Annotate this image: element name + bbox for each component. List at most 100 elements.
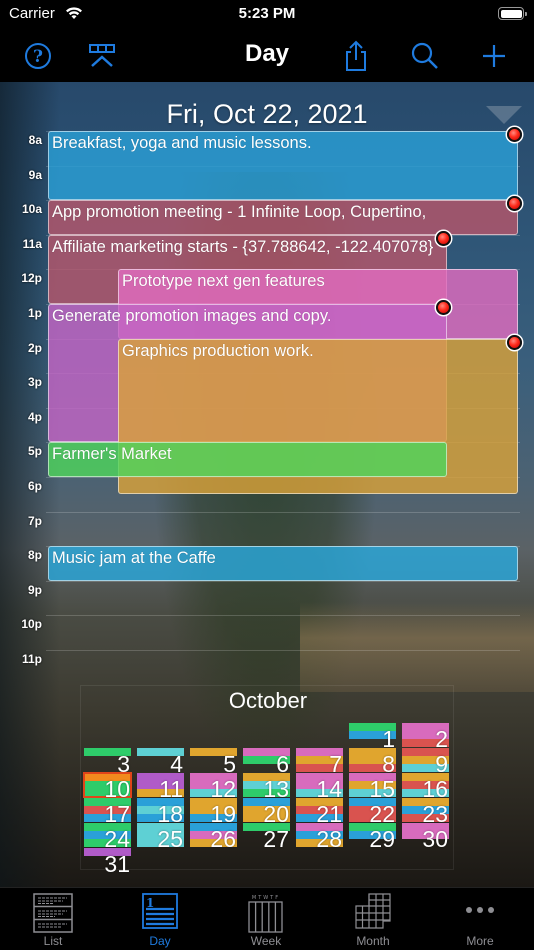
- hour-label: 8p: [27, 548, 42, 563]
- hour-label: 8a: [28, 133, 42, 147]
- search-icon: [411, 42, 438, 69]
- mini-calendar-day[interactable]: 28: [296, 823, 343, 851]
- tab-day-label: Day: [149, 934, 171, 948]
- alarm-indicator-icon: [507, 127, 522, 142]
- tab-more-label: More: [466, 934, 494, 948]
- hour-label: 3p: [27, 375, 42, 390]
- hour-label: 12p: [21, 271, 42, 286]
- tab-list[interactable]: List: [0, 888, 106, 950]
- add-event-button[interactable]: [476, 38, 512, 74]
- mini-calendar-day-number: 25: [157, 826, 183, 852]
- mini-month-calendar: October 1 2 3 4 5 6 7 8 9 10 11 12 13 14 15 16 17 18 19 20 2…: [80, 685, 454, 876]
- hour-label: 9p: [27, 582, 42, 597]
- event-block[interactable]: Music jam at the Caffe: [48, 546, 518, 581]
- mini-calendar-day[interactable]: 19: [190, 798, 237, 826]
- alarm-indicator-icon: [507, 334, 522, 350]
- hour-label: 2p: [27, 340, 42, 355]
- tab-week-label: Week: [250, 934, 282, 948]
- list-icon: [33, 893, 73, 933]
- mini-calendar-day[interactable]: 30: [402, 823, 449, 851]
- mini-calendar-day-number: 28: [316, 826, 342, 852]
- alarm-indicator-icon: [436, 230, 451, 246]
- hour-label: 4p: [27, 409, 42, 424]
- hour-label: 10a: [21, 202, 42, 217]
- mini-calendar-day[interactable]: 24: [84, 823, 131, 851]
- mini-calendar-day[interactable]: 25: [137, 823, 184, 851]
- mini-calendar-day[interactable]: 2: [402, 723, 449, 751]
- share-icon: [346, 40, 366, 71]
- tab-day[interactable]: 1 Day: [107, 888, 213, 950]
- mini-calendar-day[interactable]: 15: [349, 773, 396, 801]
- mini-calendar-day[interactable]: 26: [190, 823, 237, 851]
- more-icon: [466, 907, 494, 913]
- mini-calendar-day[interactable]: 29: [349, 823, 396, 851]
- add-icon: [483, 45, 505, 67]
- search-button[interactable]: [407, 38, 443, 74]
- hour-label: 11p: [21, 652, 42, 666]
- mini-calendar-day[interactable]: 27: [243, 823, 290, 851]
- navigation-bar: ? Day: [0, 30, 534, 82]
- tab-month-label: Month: [356, 934, 390, 948]
- mini-calendar-day[interactable]: 7: [296, 748, 343, 776]
- hour-label: 5p: [27, 444, 42, 459]
- event-block[interactable]: Breakfast, yoga and music lessons.: [48, 127, 522, 201]
- tab-week[interactable]: MTWTF Week: [213, 888, 319, 950]
- mini-calendar-day[interactable]: 12: [190, 773, 237, 801]
- hour-label: 7p: [27, 513, 42, 528]
- mini-calendar-day[interactable]: 1: [349, 723, 396, 751]
- mini-calendar-day[interactable]: 4: [137, 748, 184, 776]
- tab-month[interactable]: Month: [320, 888, 426, 950]
- mini-calendar-day[interactable]: 23: [402, 798, 449, 826]
- mini-calendar-day[interactable]: 20: [243, 798, 290, 826]
- hour-gridline: [46, 511, 520, 513]
- mini-calendar-day[interactable]: 8: [349, 748, 396, 776]
- hour-gridline: [46, 615, 520, 617]
- mini-calendar-day[interactable]: 18: [137, 798, 184, 826]
- day-icon: 1: [142, 893, 178, 929]
- mini-calendar-day[interactable]: 21: [296, 798, 343, 826]
- mini-calendar-day[interactable]: 6: [243, 748, 290, 776]
- nav-title: Day: [244, 40, 290, 67]
- event-title: Prototype next gen features: [122, 272, 325, 291]
- event-title: App promotion meeting - 1 Infinite Loop,…: [52, 203, 427, 222]
- mini-calendar-day-number: 26: [210, 826, 236, 852]
- mini-calendar-day[interactable]: 3: [84, 748, 131, 776]
- mini-calendar-day[interactable]: 16: [402, 773, 449, 801]
- date-dropdown-toggle[interactable]: [486, 106, 522, 124]
- svg-text:MTWTF: MTWTF: [252, 895, 280, 901]
- mini-calendar-day[interactable]: 13: [243, 773, 290, 801]
- mini-calendar-day[interactable]: 14: [296, 773, 343, 801]
- mini-calendar-day[interactable]: 10: [83, 772, 132, 801]
- mini-calendar-day[interactable]: 5: [190, 748, 237, 776]
- mini-calendar-day-number: 31: [104, 851, 130, 877]
- hour-label: 10p: [21, 617, 42, 632]
- tab-more[interactable]: More: [427, 888, 533, 950]
- share-button[interactable]: [338, 38, 374, 74]
- event-block[interactable]: Farmer's Market: [48, 442, 447, 477]
- clock: 5:23 PM: [238, 5, 296, 22]
- mini-calendar-day-number: 29: [369, 826, 395, 852]
- hour-label: 1p: [27, 306, 42, 320]
- event-title: Graphics production work.: [122, 341, 314, 360]
- hour-gridline: [46, 650, 520, 651]
- battery-icon: [498, 7, 527, 20]
- event-title: Affiliate marketing starts - {37.788642,…: [52, 237, 434, 256]
- mini-calendar-day-number: 27: [263, 826, 289, 852]
- tab-list-label: List: [43, 934, 63, 948]
- hour-label: 9a: [28, 167, 42, 182]
- alarm-indicator-icon: [436, 300, 451, 315]
- event-title: Farmer's Market: [52, 445, 172, 464]
- mini-calendar-day[interactable]: 22: [349, 798, 396, 826]
- week-icon: MTWTF: [248, 895, 283, 933]
- mini-calendar-day[interactable]: 9: [402, 748, 449, 776]
- tab-bar: List 1 Day MTWTF Week Month More: [0, 887, 534, 950]
- mini-calendar-day[interactable]: 11: [137, 773, 184, 801]
- mini-calendar-month: October: [228, 688, 308, 713]
- event-title: Music jam at the Caffe: [52, 549, 216, 568]
- hour-label: 11a: [22, 236, 42, 251]
- hour-label: 6p: [27, 479, 42, 493]
- mini-calendar-day[interactable]: 17: [84, 798, 131, 826]
- status-bar: Carrier 5:23 PM: [0, 0, 534, 30]
- event-title: Breakfast, yoga and music lessons.: [52, 134, 312, 152]
- mini-calendar-day[interactable]: 31: [84, 848, 131, 876]
